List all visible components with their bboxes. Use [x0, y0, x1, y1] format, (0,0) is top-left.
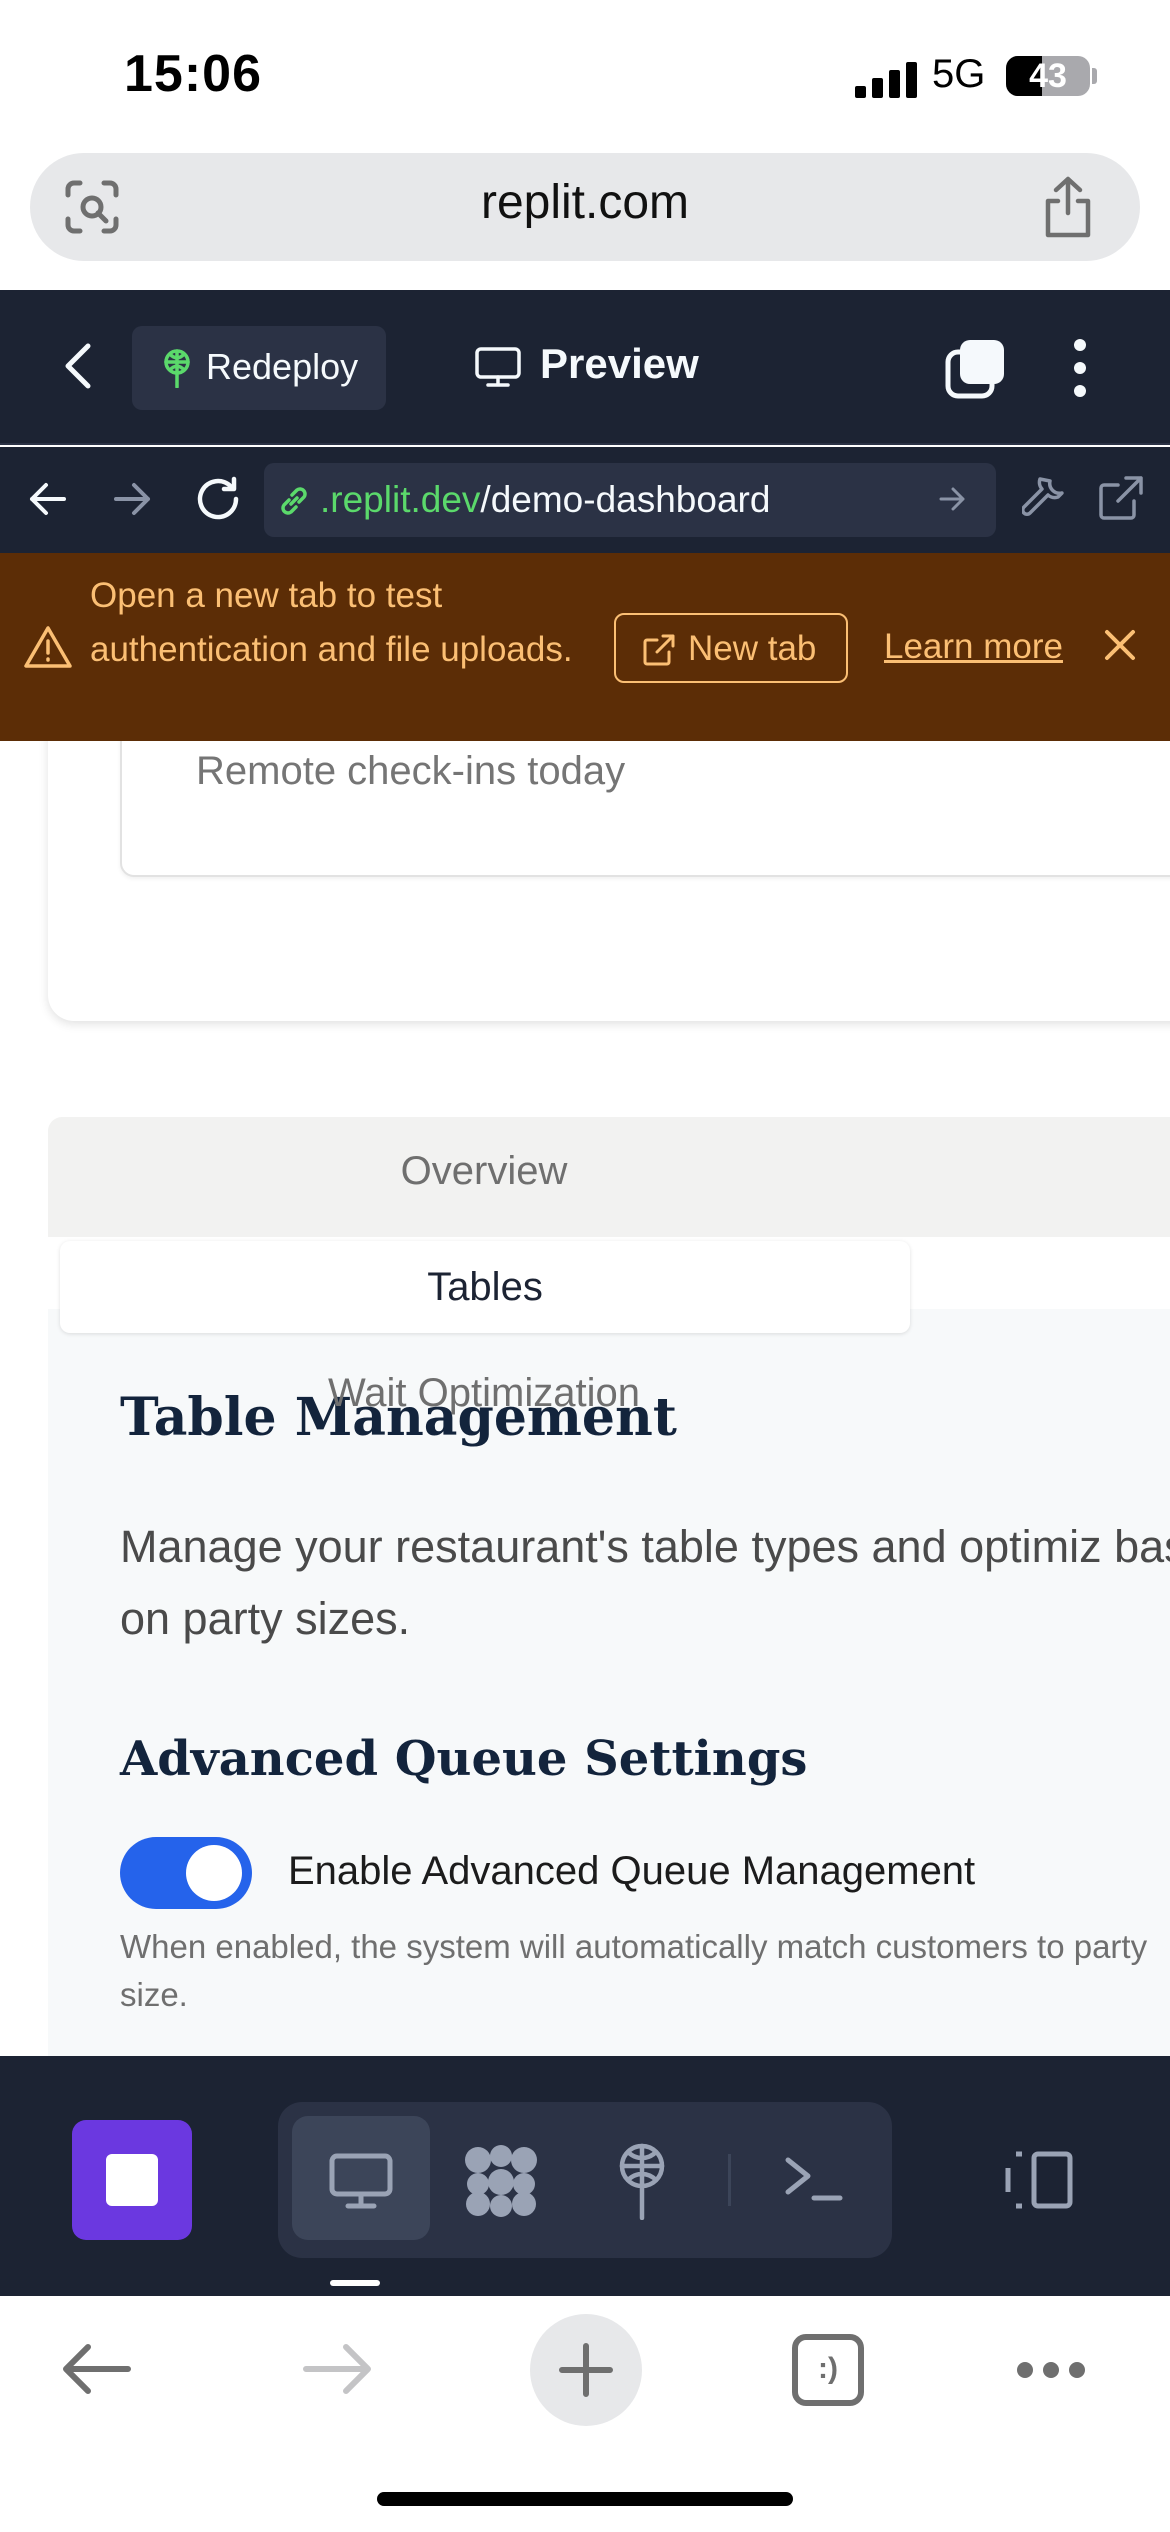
plus-icon	[559, 2343, 613, 2397]
link-icon	[281, 487, 307, 515]
battery-percent: 43	[1029, 57, 1067, 95]
new-tab-button[interactable]: New tab	[614, 613, 848, 683]
browser-url[interactable]: replit.com	[30, 175, 1140, 230]
share-icon[interactable]	[1040, 175, 1096, 239]
new-tab-plus-button[interactable]	[530, 2314, 642, 2426]
advanced-queue-toggle[interactable]	[120, 1837, 252, 1909]
redeploy-button[interactable]: Redeploy	[132, 326, 386, 410]
learn-more-link[interactable]: Learn more	[884, 627, 1063, 667]
camera-lens-icon[interactable]	[64, 179, 120, 235]
cellular-signal-icon	[855, 62, 917, 98]
terminal-icon[interactable]	[784, 2154, 844, 2204]
stop-button[interactable]	[72, 2120, 192, 2240]
webview-url-field[interactable]: .replit.dev/demo-dashboard	[264, 463, 996, 537]
reload-icon[interactable]	[194, 475, 242, 523]
arrow-right-icon[interactable]	[112, 479, 152, 519]
tool-switcher	[278, 2102, 892, 2258]
url-path: /demo-dashboard	[480, 479, 771, 520]
toggle-help-text: When enabled, the system will automatica…	[120, 1928, 1148, 2013]
settings-title: Advanced Queue Settings	[120, 1731, 808, 1787]
webview-url-text: .replit.dev/demo-dashboard	[320, 479, 770, 521]
agent-icon[interactable]	[462, 2144, 540, 2218]
tab-overview[interactable]: Overview	[48, 1149, 920, 1194]
status-bar: 15:06 5G 43	[0, 0, 1170, 150]
monitor-icon	[329, 2153, 393, 2209]
tab-tables-label: Tables	[427, 1265, 543, 1309]
external-link-icon	[643, 634, 675, 666]
chevron-left-icon[interactable]	[62, 342, 92, 390]
kebab-menu-icon[interactable]	[1070, 338, 1090, 398]
tabs-glyph: :)	[818, 2352, 838, 2385]
side-panel-icon[interactable]	[1000, 2150, 1074, 2210]
battery-cap	[1092, 68, 1097, 84]
webview-toolbar: .replit.dev/demo-dashboard	[0, 447, 1170, 553]
tab-tables[interactable]: Tables	[60, 1241, 910, 1333]
replit-bottom-toolbar	[0, 2056, 1170, 2296]
tab-wait-optimization[interactable]: Wait Optimization	[48, 1371, 920, 1416]
arrow-left-icon[interactable]	[60, 2342, 132, 2396]
preview-tab-label[interactable]: Preview	[540, 340, 699, 388]
app-content: Remote check-ins today Overview Tables T…	[0, 741, 1170, 2056]
warning-icon	[24, 626, 72, 668]
more-icon[interactable]	[1016, 2360, 1086, 2380]
deploy-antenna-icon[interactable]	[612, 2142, 672, 2220]
arrow-right-icon[interactable]	[302, 2342, 374, 2396]
new-tab-label: New tab	[688, 629, 817, 668]
url-domain: .replit.dev	[320, 479, 481, 520]
remote-checkins-label: Remote check-ins today	[196, 749, 626, 793]
banner-message: Open a new tab to test authentication an…	[90, 576, 573, 669]
toggle-label: Enable Advanced Queue Management	[288, 1849, 976, 1893]
stop-icon	[106, 2154, 158, 2206]
replit-header: Redeploy Preview	[0, 290, 1170, 445]
redeploy-label: Redeploy	[206, 346, 359, 387]
tool-divider	[728, 2154, 731, 2206]
go-arrow-icon[interactable]	[938, 485, 966, 513]
external-link-icon[interactable]	[1098, 475, 1144, 521]
stacked-tabs-icon[interactable]	[944, 338, 1006, 400]
close-icon[interactable]	[1102, 627, 1138, 663]
toolbar-indicator	[330, 2280, 380, 2286]
network-type: 5G	[932, 52, 986, 96]
monitor-icon	[475, 347, 521, 387]
warning-banner: Open a new tab to test authentication an…	[0, 553, 1170, 741]
browser-address-bar[interactable]: replit.com	[30, 153, 1140, 261]
wrench-icon[interactable]	[1022, 475, 1068, 521]
toggle-knob	[186, 1845, 242, 1901]
home-indicator	[377, 2492, 793, 2506]
status-time: 15:06	[124, 45, 262, 103]
battery-indicator: 43	[1006, 56, 1090, 96]
deploy-antenna-icon	[164, 349, 190, 388]
arrow-left-icon[interactable]	[28, 479, 68, 519]
tabs-overview-button[interactable]: :)	[792, 2334, 864, 2406]
section-description: Manage your restaurant's table types and…	[120, 1521, 1170, 1644]
